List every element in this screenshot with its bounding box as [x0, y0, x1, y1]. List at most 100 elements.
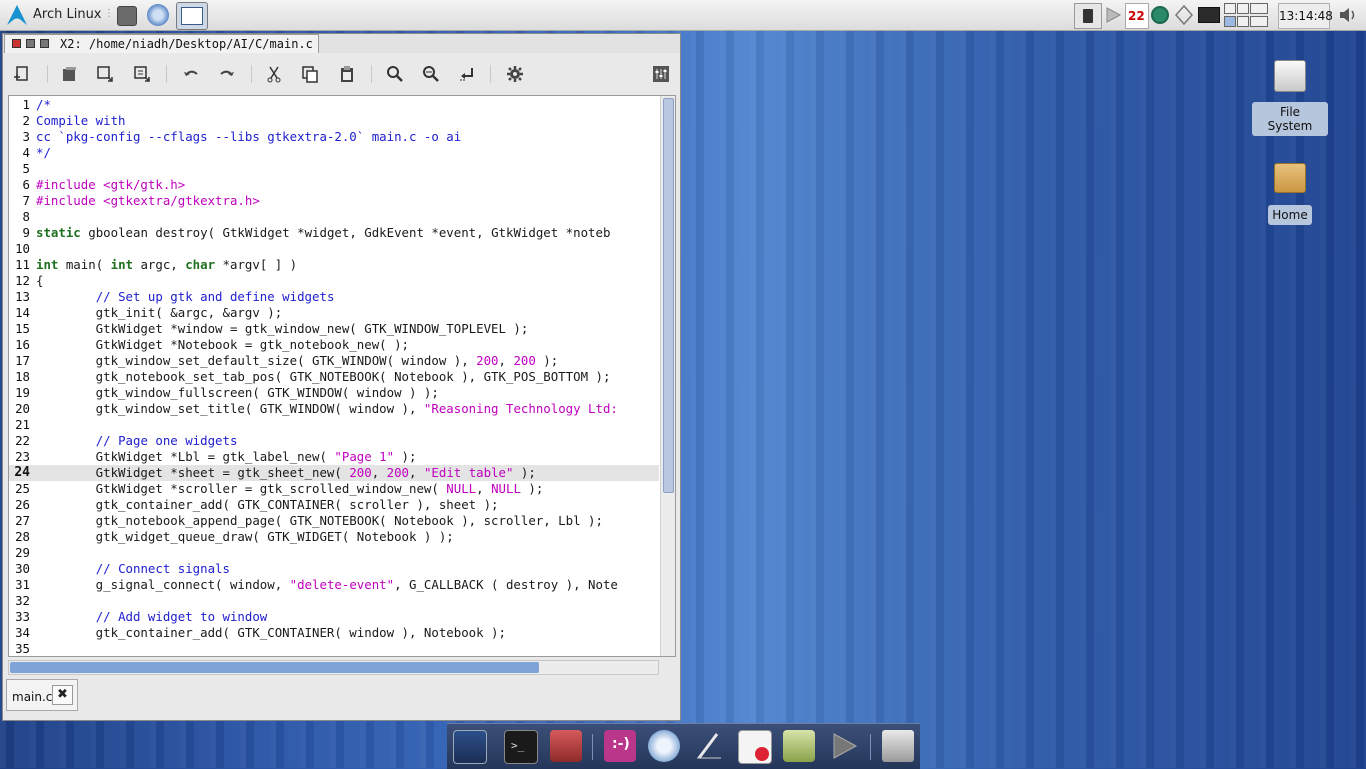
options-icon[interactable]: [651, 64, 671, 84]
new-document-icon[interactable]: [12, 64, 32, 84]
code-token: argc,: [133, 257, 186, 272]
code-line[interactable]: 22 // Page one widgets: [9, 433, 659, 449]
workspace-1[interactable]: [1224, 3, 1236, 14]
code-line[interactable]: 6 #include <gtk/gtk.h>: [9, 177, 659, 193]
workspace-6[interactable]: [1250, 16, 1268, 27]
desktop-icon-file-system[interactable]: File System: [1252, 60, 1328, 136]
line-number: 1: [22, 97, 30, 112]
distro-menu-label[interactable]: Arch Linux: [33, 7, 102, 22]
code-token: // Page one widgets: [95, 433, 238, 448]
save-as-icon[interactable]: [132, 64, 152, 84]
vertical-scrollbar[interactable]: [660, 96, 675, 656]
horizontal-scrollbar[interactable]: [8, 660, 659, 675]
chat-icon[interactable]: :-): [604, 730, 636, 762]
paste-icon[interactable]: [337, 64, 357, 84]
minimize-window-icon[interactable]: [40, 39, 49, 48]
cut-icon[interactable]: [264, 64, 284, 84]
code-line[interactable]: 1 /*: [9, 97, 659, 113]
code-line[interactable]: 17 gtk_window_set_default_size( GTK_WIND…: [9, 353, 659, 369]
code-line[interactable]: 23 GtkWidget *Lbl = gtk_label_new( "Page…: [9, 449, 659, 465]
code-line[interactable]: 10: [9, 241, 659, 257]
goto-line-icon[interactable]: [457, 64, 477, 84]
line-number: 9: [22, 225, 30, 240]
file-tab[interactable]: main.c ✖: [6, 679, 78, 711]
code-line[interactable]: 31 g_signal_connect( window, "delete-eve…: [9, 577, 659, 593]
code-line[interactable]: 11 int main( int argc, char *argv[ ] ): [9, 257, 659, 273]
code-line[interactable]: 14 gtk_init( &argc, &argv );: [9, 305, 659, 321]
panel-clock[interactable]: 13:14:48: [1278, 3, 1333, 29]
code-line[interactable]: 34 gtk_container_add( GTK_CONTAINER( win…: [9, 625, 659, 641]
media-play-icon[interactable]: [1104, 3, 1122, 27]
workspace-2[interactable]: [1237, 3, 1249, 14]
code-line[interactable]: 21: [9, 417, 659, 433]
code-line[interactable]: 29: [9, 545, 659, 561]
redo-icon[interactable]: [217, 64, 237, 84]
find-icon[interactable]: [385, 64, 405, 84]
terminal-icon[interactable]: >_: [504, 730, 538, 764]
code-line[interactable]: 5: [9, 161, 659, 177]
spreadsheet-icon[interactable]: [738, 730, 772, 764]
workspace-5[interactable]: [1250, 3, 1268, 14]
code-line[interactable]: 18 gtk_notebook_set_tab_pos( GTK_NOTEBOO…: [9, 369, 659, 385]
code-token: gtk_window_set_title( GTK_WINDOW( window…: [36, 401, 424, 416]
code-line[interactable]: 35: [9, 641, 659, 656]
code-line[interactable]: 24 GtkWidget *sheet = gtk_sheet_new( 200…: [9, 465, 659, 481]
system-monitor-icon[interactable]: [550, 730, 582, 762]
workspace-3[interactable]: [1224, 16, 1236, 27]
code-text: gtk_window_set_title( GTK_WINDOW( window…: [36, 401, 658, 417]
code-line[interactable]: 33 // Add widget to window: [9, 609, 659, 625]
code-line[interactable]: 19 gtk_window_fullscreen( GTK_WINDOW( wi…: [9, 385, 659, 401]
code-line[interactable]: 7 #include <gtkextra/gtkextra.h>: [9, 193, 659, 209]
code-line[interactable]: 2 Compile with: [9, 113, 659, 129]
code-line[interactable]: 28 gtk_widget_queue_draw( GTK_WIDGET( No…: [9, 529, 659, 545]
close-tab-button[interactable]: ✖: [52, 685, 73, 705]
maximize-window-icon[interactable]: [26, 39, 35, 48]
code-line[interactable]: 8: [9, 209, 659, 225]
text-editor-icon[interactable]: [693, 730, 725, 762]
horizontal-scroll-thumb[interactable]: [10, 662, 539, 673]
vertical-scroll-thumb[interactable]: [663, 98, 674, 493]
updates-icon[interactable]: [1174, 3, 1194, 27]
arch-logo-icon[interactable]: [6, 4, 28, 26]
clipboard-icon[interactable]: [1074, 3, 1102, 29]
code-editor[interactable]: 1 /* 2 Compile with 3 cc `pkg-config --cflags…: [8, 95, 676, 657]
window-title-tab[interactable]: X2: /home/niadh/Desktop/AI/C/main.c: [4, 34, 319, 53]
window-list-button[interactable]: [176, 2, 208, 30]
code-line[interactable]: 30 // Connect signals: [9, 561, 659, 577]
undo-icon[interactable]: [181, 64, 201, 84]
terminal-launcher-icon[interactable]: [117, 6, 137, 26]
code-text: GtkWidget *sheet = gtk_sheet_new( 200, 2…: [36, 465, 658, 481]
code-line[interactable]: 25 GtkWidget *scroller = gtk_scrolled_wi…: [9, 481, 659, 497]
code-token: GtkWidget *Lbl = gtk_label_new(: [36, 449, 335, 464]
code-line[interactable]: 13 // Set up gtk and define widgets: [9, 289, 659, 305]
media-player-icon[interactable]: [828, 730, 860, 762]
code-line[interactable]: 4 */: [9, 145, 659, 161]
code-line[interactable]: 12 {: [9, 273, 659, 289]
workspace-4[interactable]: [1237, 16, 1249, 27]
trash-icon[interactable]: [882, 730, 914, 762]
code-text: GtkWidget *Notebook = gtk_notebook_new( …: [36, 337, 658, 353]
web-browser-launcher-icon[interactable]: [147, 4, 169, 26]
desktop-icon-home[interactable]: Home: [1252, 163, 1328, 225]
code-line[interactable]: 15 GtkWidget *window = gtk_window_new( G…: [9, 321, 659, 337]
network-icon[interactable]: [1150, 3, 1170, 27]
calendar-icon[interactable]: 22: [1125, 3, 1149, 29]
code-line[interactable]: 3 cc `pkg-config --cflags --libs gtkextra…: [9, 129, 659, 145]
find-replace-icon[interactable]: [421, 64, 441, 84]
code-line[interactable]: 32: [9, 593, 659, 609]
close-window-icon[interactable]: [12, 39, 21, 48]
volume-icon[interactable]: [1336, 3, 1360, 27]
save-icon[interactable]: [95, 64, 115, 84]
copy-icon[interactable]: [300, 64, 320, 84]
copy-document-icon[interactable]: [60, 64, 80, 84]
settings-icon[interactable]: [505, 64, 525, 84]
system-settings-icon[interactable]: [453, 730, 487, 764]
code-line[interactable]: 27 gtk_notebook_append_page( GTK_NOTEBOO…: [9, 513, 659, 529]
monitor-icon[interactable]: [1197, 3, 1220, 27]
code-line[interactable]: 20 gtk_window_set_title( GTK_WINDOW( win…: [9, 401, 659, 417]
browser-icon[interactable]: [648, 730, 680, 762]
code-line[interactable]: 16 GtkWidget *Notebook = gtk_notebook_ne…: [9, 337, 659, 353]
finance-icon[interactable]: [783, 730, 815, 762]
code-line[interactable]: 26 gtk_container_add( GTK_CONTAINER( scr…: [9, 497, 659, 513]
code-line[interactable]: 9 static gboolean destroy( GtkWidget *wid…: [9, 225, 659, 241]
